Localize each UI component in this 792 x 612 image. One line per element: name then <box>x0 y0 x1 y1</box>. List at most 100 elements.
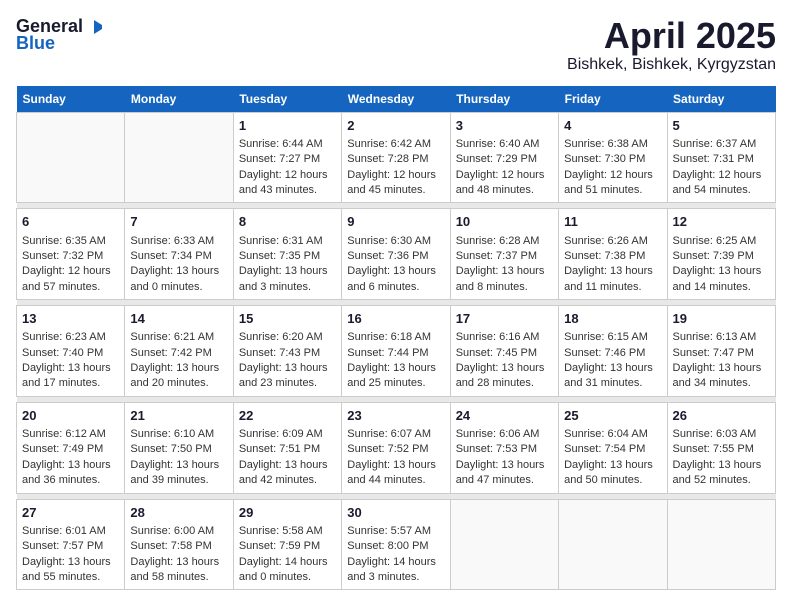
daylight-text: Daylight: 13 hours and 36 minutes. <box>22 458 119 489</box>
sunset-text: Sunset: 7:31 PM <box>673 152 770 167</box>
day-number: 1 <box>239 117 336 135</box>
sunset-text: Sunset: 7:46 PM <box>564 346 661 361</box>
sunset-text: Sunset: 7:29 PM <box>456 152 553 167</box>
logo-blue-text: Blue <box>16 33 55 54</box>
daylight-text: Daylight: 13 hours and 31 minutes. <box>564 361 661 392</box>
table-row: 16Sunrise: 6:18 AMSunset: 7:44 PMDayligh… <box>342 306 450 397</box>
sunrise-text: Sunrise: 6:33 AM <box>130 234 227 249</box>
table-row: 5 Sunrise: 6:37 AMSunset: 7:31 PMDaylight… <box>667 112 775 203</box>
sunset-text: Sunset: 7:43 PM <box>239 346 336 361</box>
daylight-text: Daylight: 13 hours and 20 minutes. <box>130 361 227 392</box>
day-number: 13 <box>22 310 119 328</box>
header-wednesday: Wednesday <box>342 86 450 113</box>
sunset-text: Sunset: 7:28 PM <box>347 152 444 167</box>
table-row: 17 Sunrise: 6:16 AMSunset: 7:45 PMDayligh… <box>450 306 558 397</box>
sunrise-text: Sunrise: 6:18 AM <box>347 330 444 345</box>
table-row: 2Sunrise: 6:42 AMSunset: 7:28 PMDaylight… <box>342 112 450 203</box>
calendar-table: Sunday Monday Tuesday Wednesday Thursday… <box>16 86 776 591</box>
table-row: 14Sunrise: 6:21 AMSunset: 7:42 PMDayligh… <box>125 306 233 397</box>
sunrise-text: Sunrise: 6:09 AM <box>239 427 336 442</box>
sunset-text: Sunset: 8:00 PM <box>347 539 444 554</box>
header-monday: Monday <box>125 86 233 113</box>
sunset-text: Sunset: 7:32 PM <box>22 249 119 264</box>
table-row: 11Sunrise: 6:26 AMSunset: 7:38 PMDayligh… <box>559 209 667 300</box>
daylight-text: Daylight: 13 hours and 42 minutes. <box>239 458 336 489</box>
week-row: 27Sunrise: 6:01 AMSunset: 7:57 PMDayligh… <box>17 499 776 590</box>
table-row <box>667 499 775 590</box>
logo: General Blue <box>16 16 103 54</box>
table-row <box>450 499 558 590</box>
daylight-text: Daylight: 13 hours and 8 minutes. <box>456 264 553 295</box>
sunrise-text: Sunrise: 6:12 AM <box>22 427 119 442</box>
table-row: 27Sunrise: 6:01 AMSunset: 7:57 PMDayligh… <box>17 499 125 590</box>
sunrise-text: Sunrise: 6:20 AM <box>239 330 336 345</box>
table-row: 9Sunrise: 6:30 AMSunset: 7:36 PMDaylight… <box>342 209 450 300</box>
sunset-text: Sunset: 7:50 PM <box>130 442 227 457</box>
sunset-text: Sunset: 7:35 PM <box>239 249 336 264</box>
daylight-text: Daylight: 12 hours and 57 minutes. <box>22 264 119 295</box>
sunset-text: Sunset: 7:30 PM <box>564 152 661 167</box>
day-number: 12 <box>673 213 770 231</box>
sunset-text: Sunset: 7:39 PM <box>673 249 770 264</box>
daylight-text: Daylight: 13 hours and 14 minutes. <box>673 264 770 295</box>
table-row: 10Sunrise: 6:28 AMSunset: 7:37 PMDayligh… <box>450 209 558 300</box>
table-row: 23Sunrise: 6:07 AMSunset: 7:52 PMDayligh… <box>342 402 450 493</box>
daylight-text: Daylight: 13 hours and 44 minutes. <box>347 458 444 489</box>
day-number: 15 <box>239 310 336 328</box>
sunrise-text: Sunrise: 5:58 AM <box>239 524 336 539</box>
day-number: 7 <box>130 213 227 231</box>
sunset-text: Sunset: 7:44 PM <box>347 346 444 361</box>
day-number: 8 <box>239 213 336 231</box>
day-number: 16 <box>347 310 444 328</box>
daylight-text: Daylight: 12 hours and 48 minutes. <box>456 168 553 199</box>
table-row: 1Sunrise: 6:44 AMSunset: 7:27 PMDaylight… <box>233 112 341 203</box>
daylight-text: Daylight: 13 hours and 23 minutes. <box>239 361 336 392</box>
daylight-text: Daylight: 13 hours and 58 minutes. <box>130 555 227 586</box>
header-thursday: Thursday <box>450 86 558 113</box>
header-friday: Friday <box>559 86 667 113</box>
table-row: 21Sunrise: 6:10 AMSunset: 7:50 PMDayligh… <box>125 402 233 493</box>
daylight-text: Daylight: 14 hours and 3 minutes. <box>347 555 444 586</box>
day-number: 22 <box>239 407 336 425</box>
sunrise-text: Sunrise: 6:42 AM <box>347 137 444 152</box>
day-number: 5 <box>673 117 770 135</box>
sunrise-text: Sunrise: 5:57 AM <box>347 524 444 539</box>
table-row: 4Sunrise: 6:38 AMSunset: 7:30 PMDaylight… <box>559 112 667 203</box>
daylight-text: Daylight: 12 hours and 54 minutes. <box>673 168 770 199</box>
sunset-text: Sunset: 7:51 PM <box>239 442 336 457</box>
table-row <box>17 112 125 203</box>
daylight-text: Daylight: 12 hours and 51 minutes. <box>564 168 661 199</box>
page-header: General Blue April 2025 Bishkek, Bishkek… <box>16 16 776 74</box>
daylight-text: Daylight: 13 hours and 17 minutes. <box>22 361 119 392</box>
day-number: 9 <box>347 213 444 231</box>
week-row: 1Sunrise: 6:44 AMSunset: 7:27 PMDaylight… <box>17 112 776 203</box>
table-row: 18Sunrise: 6:15 AMSunset: 7:46 PMDayligh… <box>559 306 667 397</box>
sunset-text: Sunset: 7:45 PM <box>456 346 553 361</box>
table-row: 8Sunrise: 6:31 AMSunset: 7:35 PMDaylight… <box>233 209 341 300</box>
sunset-text: Sunset: 7:38 PM <box>564 249 661 264</box>
sunrise-text: Sunrise: 6:38 AM <box>564 137 661 152</box>
sunrise-text: Sunrise: 6:15 AM <box>564 330 661 345</box>
table-row: 28Sunrise: 6:00 AMSunset: 7:58 PMDayligh… <box>125 499 233 590</box>
daylight-text: Daylight: 13 hours and 28 minutes. <box>456 361 553 392</box>
day-number: 10 <box>456 213 553 231</box>
table-row: 6Sunrise: 6:35 AMSunset: 7:32 PMDaylight… <box>17 209 125 300</box>
table-row: 22 Sunrise: 6:09 AMSunset: 7:51 PMDayligh… <box>233 402 341 493</box>
sunrise-text: Sunrise: 6:07 AM <box>347 427 444 442</box>
day-number: 19 <box>673 310 770 328</box>
sunrise-text: Sunrise: 6:10 AM <box>130 427 227 442</box>
sunrise-text: Sunrise: 6:44 AM <box>239 137 336 152</box>
sunrise-text: Sunrise: 6:13 AM <box>673 330 770 345</box>
sunrise-text: Sunrise: 6:37 AM <box>673 137 770 152</box>
daylight-text: Daylight: 12 hours and 43 minutes. <box>239 168 336 199</box>
table-row: 12Sunrise: 6:25 AMSunset: 7:39 PMDayligh… <box>667 209 775 300</box>
sunset-text: Sunset: 7:40 PM <box>22 346 119 361</box>
logo-icon <box>84 18 102 36</box>
table-row: 25Sunrise: 6:04 AMSunset: 7:54 PMDayligh… <box>559 402 667 493</box>
sunset-text: Sunset: 7:57 PM <box>22 539 119 554</box>
day-number: 17 <box>456 310 553 328</box>
header-sunday: Sunday <box>17 86 125 113</box>
day-number: 23 <box>347 407 444 425</box>
daylight-text: Daylight: 13 hours and 52 minutes. <box>673 458 770 489</box>
sunrise-text: Sunrise: 6:16 AM <box>456 330 553 345</box>
